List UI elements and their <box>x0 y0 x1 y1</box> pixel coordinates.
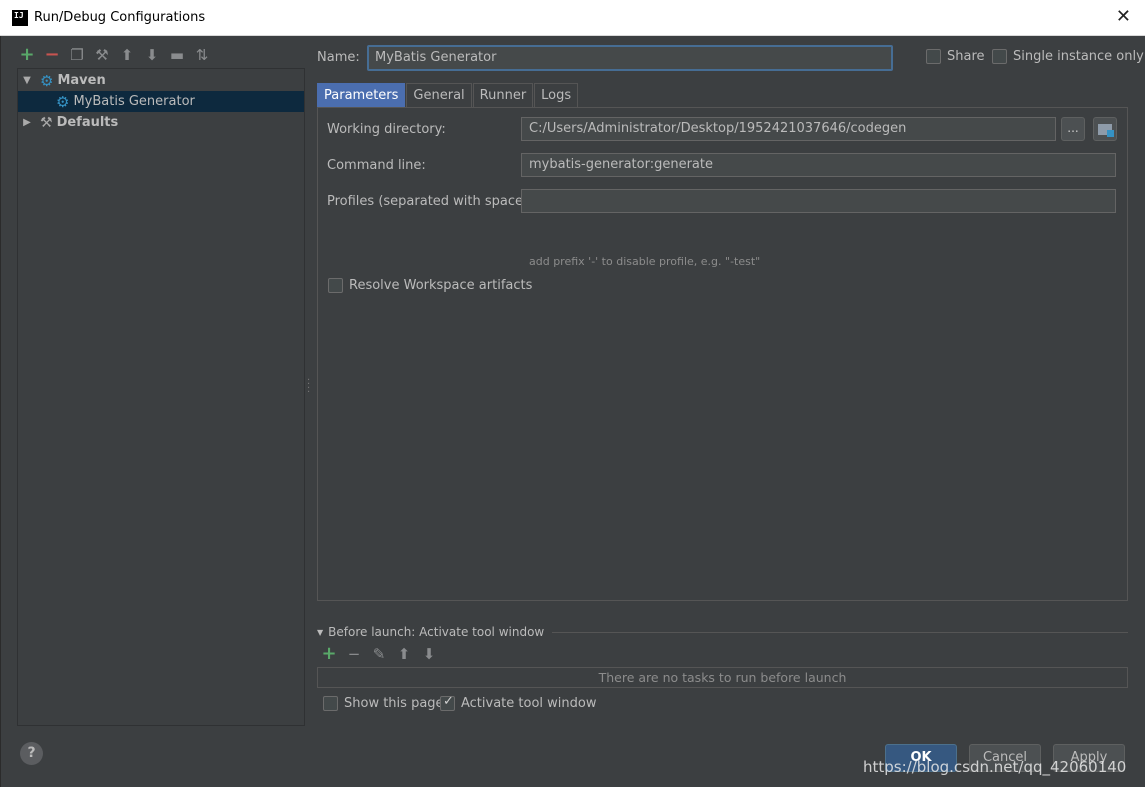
share-checkbox-box[interactable] <box>926 49 941 64</box>
tab-runner[interactable]: Runner <box>472 83 534 107</box>
parameters-panel: Working directory: C:/Users/Administrato… <box>317 107 1128 601</box>
share-label: Share <box>947 49 985 64</box>
resolve-workspace-checkbox-box[interactable] <box>328 278 343 293</box>
expand-arrow-icon[interactable]: ▼ <box>20 75 34 86</box>
intellij-icon: IJ <box>12 10 28 26</box>
activate-tool-window-label: Activate tool window <box>461 696 597 711</box>
tree-item-mybatis-generator[interactable]: ⚙ MyBatis Generator <box>18 91 304 112</box>
single-instance-checkbox-box[interactable] <box>992 49 1007 64</box>
working-directory-field[interactable]: C:/Users/Administrator/Desktop/195242103… <box>521 117 1056 141</box>
config-toolbar: + − ❐ ⚒ ⬆ ⬇ ▬ ⇅ <box>19 45 210 65</box>
show-page-checkbox-box[interactable] <box>323 696 338 711</box>
edit-defaults-icon[interactable]: ⚒ <box>94 47 110 63</box>
collapse-arrow-icon[interactable]: ▶ <box>20 117 34 128</box>
tree-item-defaults[interactable]: ▶ ⚒ Defaults <box>18 112 304 133</box>
maven-gear-icon: ⚙ <box>56 92 70 111</box>
dialog-body: + − ❐ ⚒ ⬆ ⬇ ▬ ⇅ ▼ ⚙ Maven ⚙ MyBatis Gene… <box>0 36 1145 787</box>
folder-icon[interactable]: ▬ <box>169 47 185 63</box>
working-directory-label: Working directory: <box>327 122 446 137</box>
tree-item-maven[interactable]: ▼ ⚙ Maven <box>18 70 304 91</box>
move-down-icon[interactable]: ⬇ <box>144 47 160 63</box>
profiles-field[interactable] <box>521 189 1116 213</box>
profiles-label: Profiles (separated with space): <box>327 194 533 209</box>
resolve-workspace-checkbox[interactable]: Resolve Workspace artifacts <box>328 278 532 293</box>
move-up-icon[interactable]: ⬆ <box>119 47 135 63</box>
defaults-wrench-icon: ⚒ <box>40 114 53 131</box>
tab-logs[interactable]: Logs <box>534 83 579 107</box>
resolve-workspace-label: Resolve Workspace artifacts <box>349 278 533 293</box>
share-checkbox[interactable]: Share <box>926 49 985 64</box>
command-line-field[interactable]: mybatis-generator:generate <box>521 153 1116 177</box>
before-launch-title: Before launch: Activate tool window <box>328 625 545 639</box>
add-task-icon[interactable]: + <box>321 645 337 663</box>
edit-task-icon[interactable]: ✎ <box>371 646 387 662</box>
close-icon[interactable]: ✕ <box>1116 8 1131 26</box>
config-tabs: Parameters General Runner Logs <box>317 83 579 107</box>
command-line-label: Command line: <box>327 158 426 173</box>
sort-icon[interactable]: ⇅ <box>194 47 210 63</box>
collapse-triangle-icon[interactable]: ▼ <box>317 628 323 637</box>
activate-tool-window-checkbox[interactable]: Activate tool window <box>440 694 597 711</box>
before-launch-toolbar: + − ✎ ⬆ ⬇ <box>321 645 437 663</box>
single-instance-checkbox[interactable]: Single instance only <box>992 49 1144 64</box>
module-folder-icon <box>1098 124 1114 137</box>
before-launch-tasks-list[interactable]: There are no tasks to run before launch <box>317 667 1128 688</box>
add-icon[interactable]: + <box>19 46 35 64</box>
watermark: https://blog.csdn.net/qq_42060140 <box>863 758 1127 776</box>
configuration-tree: ▼ ⚙ Maven ⚙ MyBatis Generator ▶ ⚒ Defaul… <box>17 68 305 726</box>
show-page-label: Show this page <box>344 696 444 711</box>
single-instance-label: Single instance only <box>1013 49 1144 64</box>
tab-general[interactable]: General <box>406 83 472 107</box>
browse-button[interactable]: ... <box>1061 117 1085 141</box>
module-folder-button[interactable] <box>1093 117 1117 141</box>
before-launch-section[interactable]: ▼ Before launch: Activate tool window <box>317 625 1128 639</box>
move-task-down-icon[interactable]: ⬇ <box>421 646 437 662</box>
name-input[interactable]: MyBatis Generator <box>367 45 893 71</box>
copy-icon[interactable]: ❐ <box>69 47 85 63</box>
tree-item-label: Maven <box>57 73 106 88</box>
show-page-checkbox[interactable]: Show this page <box>323 696 444 711</box>
tree-item-label: MyBatis Generator <box>73 94 195 109</box>
tree-item-label: Defaults <box>56 115 119 130</box>
profiles-hint: add prefix '-' to disable profile, e.g. … <box>529 255 761 268</box>
maven-gear-icon: ⚙ <box>40 71 54 90</box>
separator <box>552 631 1128 633</box>
tab-parameters[interactable]: Parameters <box>317 83 406 107</box>
help-icon[interactable]: ? <box>20 742 43 765</box>
splitter-handle[interactable]: · · · · <box>307 376 311 398</box>
remove-icon[interactable]: − <box>44 46 60 64</box>
move-task-up-icon[interactable]: ⬆ <box>396 646 412 662</box>
name-label: Name: <box>317 50 360 65</box>
window-title: Run/Debug Configurations <box>34 10 206 25</box>
remove-task-icon[interactable]: − <box>346 646 362 662</box>
activate-tool-window-checkbox-box[interactable] <box>440 694 455 711</box>
title-bar: IJ Run/Debug Configurations ✕ <box>0 0 1145 36</box>
